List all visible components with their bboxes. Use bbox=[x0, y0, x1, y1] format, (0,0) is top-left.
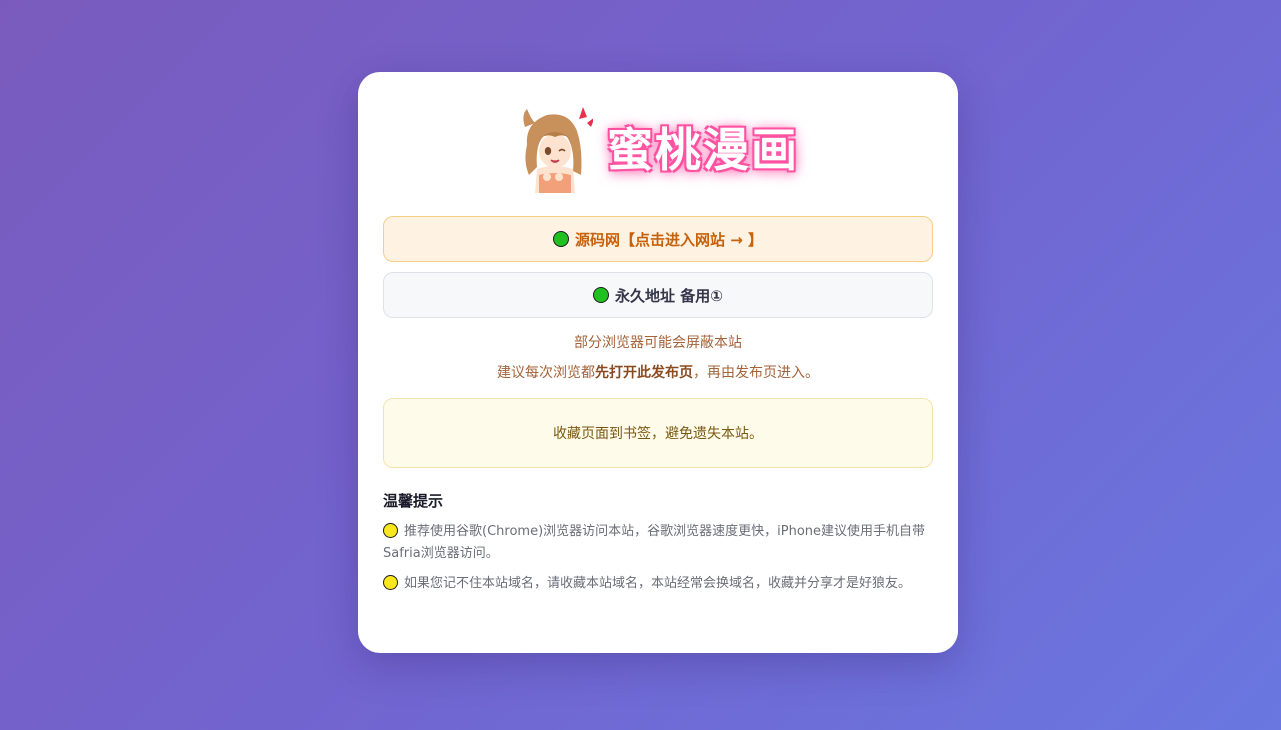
site-logo[interactable]: 蜜桃漫画 bbox=[383, 72, 933, 216]
tip-item: 推荐使用谷歌(Chrome)浏览器访问本站，谷歌浏览器速度更快，iPhone建议… bbox=[383, 521, 933, 565]
visit-advice: 建议每次浏览都先打开此发布页，再由发布页进入。 bbox=[383, 358, 933, 388]
green-circle-icon bbox=[593, 287, 610, 303]
enter-site-label: 源码网【点击进入网站 → 】 bbox=[574, 230, 763, 249]
enter-site-button[interactable]: 源码网【点击进入网站 → 】 bbox=[383, 216, 933, 262]
visit-advice-prefix: 建议每次浏览都 bbox=[497, 365, 595, 381]
tip-text: 如果您记不住本站域名，请收藏本站域名，本站经常会换域名，收藏并分享才是好狼友。 bbox=[404, 576, 912, 591]
logo-text: 蜜桃漫画 bbox=[607, 123, 799, 177]
browser-block-warning: 部分浏览器可能会屏蔽本站 bbox=[574, 335, 742, 351]
yellow-circle-icon bbox=[383, 523, 398, 538]
bookmark-notice: 收藏页面到书签，避免遗失本站。 bbox=[383, 398, 933, 468]
backup-address-button[interactable]: 永久地址 备用① bbox=[383, 272, 933, 318]
backup-address-label: 永久地址 备用① bbox=[615, 286, 723, 305]
tip-text: 推荐使用谷歌(Chrome)浏览器访问本站，谷歌浏览器速度更快，iPhone建议… bbox=[383, 524, 926, 561]
publish-card: 蜜桃漫画 源码网【点击进入网站 → 】 永久地址 备用① 部分浏览器可能会屏蔽本… bbox=[358, 72, 958, 653]
tip-item: 如果您记不住本站域名，请收藏本站域名，本站经常会换域名，收藏并分享才是好狼友。 bbox=[383, 573, 933, 595]
mascot-icon bbox=[523, 107, 593, 193]
bookmark-notice-text: 收藏页面到书签，避免遗失本站。 bbox=[553, 426, 763, 442]
visit-advice-suffix: ，再由发布页进入。 bbox=[693, 365, 819, 381]
tips-title: 温馨提示 bbox=[383, 492, 444, 510]
green-circle-icon bbox=[552, 231, 569, 247]
yellow-circle-icon bbox=[383, 575, 398, 590]
visit-advice-emphasis: 先打开此发布页 bbox=[595, 365, 693, 381]
